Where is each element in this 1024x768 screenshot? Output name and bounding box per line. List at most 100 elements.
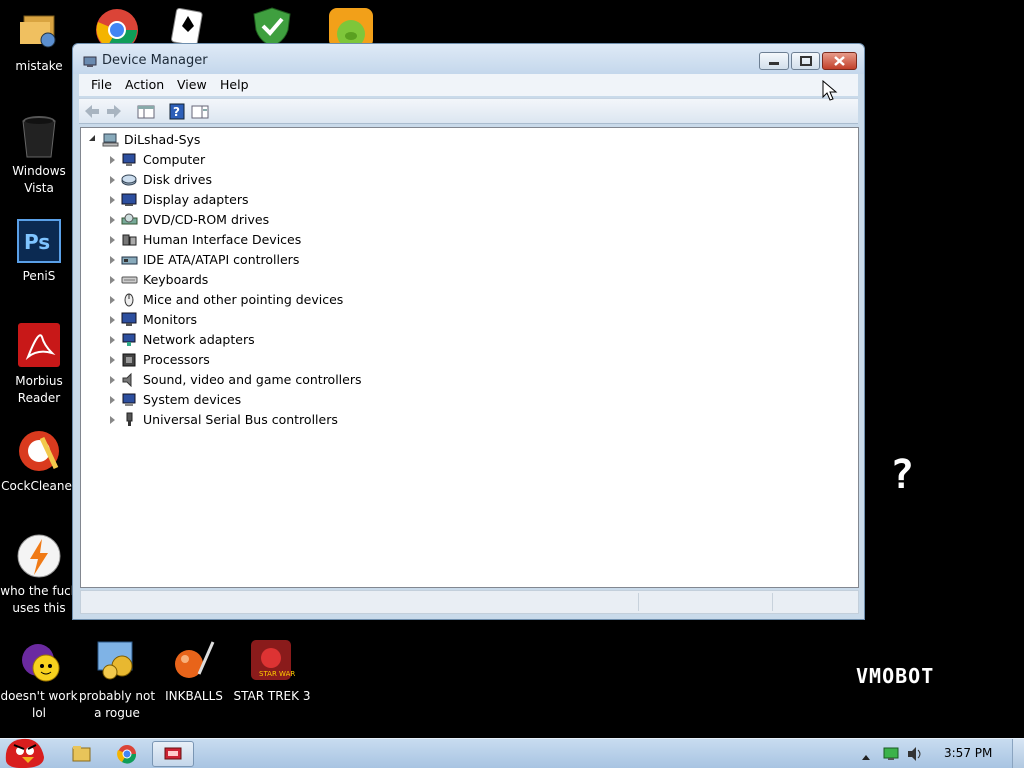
angry-bird-start-icon: [5, 738, 44, 768]
usb-icon: [121, 412, 138, 427]
tree-root-label: DiLshad-Sys: [124, 132, 201, 147]
system-gear-icon: [94, 638, 140, 684]
restore-icon: [800, 56, 812, 66]
desktop-icon-mistake[interactable]: mistake: [0, 8, 78, 75]
tree-item-label: IDE ATA/ATAPI controllers: [143, 252, 300, 267]
restore-button[interactable]: [791, 52, 820, 70]
show-hide-console-tree-icon[interactable]: [137, 103, 155, 120]
disk-drive-icon: [121, 172, 138, 187]
desktop-icon-label: CockCleaner: [1, 479, 77, 493]
desktop-icon-penis[interactable]: Ps PeniS: [0, 218, 78, 285]
yahoo-messenger-icon: [16, 638, 62, 684]
folder-gear-icon: [16, 8, 62, 54]
tree-item-label: Universal Serial Bus controllers: [143, 412, 338, 427]
expand-arrow-icon[interactable]: [110, 416, 115, 424]
desktop-icon-label: probably not a rogue: [78, 689, 156, 720]
expand-arrow-icon[interactable]: [110, 316, 115, 324]
chrome-icon[interactable]: [95, 8, 139, 51]
expand-arrow-icon[interactable]: [110, 236, 115, 244]
desktop-icon-label: Windows Vista: [12, 164, 66, 195]
tree-item-label: Sound, video and game controllers: [143, 372, 362, 387]
taskbar-device-manager-button[interactable]: [152, 741, 194, 767]
menu-action[interactable]: Action: [125, 77, 164, 92]
expand-arrow-icon[interactable]: [110, 296, 115, 304]
volume-tray-icon[interactable]: [906, 746, 924, 762]
taskbar-chrome-button[interactable]: [114, 741, 140, 767]
tree-item-label: System devices: [143, 392, 242, 407]
solitaire-icon[interactable]: [170, 6, 206, 47]
tree-item-label: Network adapters: [143, 332, 255, 347]
tree-item-label: Human Interface Devices: [143, 232, 302, 247]
start-button[interactable]: [0, 731, 50, 768]
expand-arrow-icon[interactable]: [110, 356, 115, 364]
hid-icon: [121, 232, 138, 247]
expand-arrow-icon[interactable]: [110, 256, 115, 264]
clock[interactable]: 3:57 PM: [944, 746, 992, 760]
show-desktop-button[interactable]: [1012, 739, 1024, 768]
desktop-icon-morbius-reader[interactable]: Morbius Reader: [0, 323, 78, 407]
window-title: Device Manager: [102, 53, 208, 68]
ccleaner-icon: [16, 428, 62, 474]
desktop-icon-label: PeniS: [22, 269, 56, 283]
processor-icon: [121, 352, 138, 367]
vmobot-watermark: VMOBOT: [856, 664, 935, 688]
status-divider: [772, 593, 773, 611]
desktop-icon-probably-not-a-rogue[interactable]: probably not a rogue: [78, 638, 156, 722]
status-bar: [80, 590, 859, 614]
svg-text:Ps: Ps: [24, 230, 50, 254]
speaker-icon: [121, 372, 138, 388]
taskbar-explorer-button[interactable]: [68, 741, 94, 767]
forward-arrow-icon[interactable]: [105, 103, 123, 120]
desktop-icon-star-trek-3[interactable]: STAR WARS STAR TREK 3: [233, 638, 311, 705]
close-button[interactable]: [822, 52, 857, 70]
desktop-icon-label: doesn't work lol: [0, 689, 78, 720]
menu-bar: File Action View Help: [79, 74, 858, 96]
device-manager-window[interactable]: Device Manager File Action View Help ? D…: [72, 43, 865, 620]
expand-arrow-icon[interactable]: [110, 176, 115, 184]
minimize-button[interactable]: [759, 52, 789, 70]
desktop-icon-windows-vista[interactable]: Windows Vista: [0, 113, 78, 197]
close-icon: [834, 56, 845, 66]
desktop-icon-label: STAR TREK 3: [233, 689, 311, 703]
dvd-drive-icon: [121, 212, 138, 227]
menu-view[interactable]: View: [177, 77, 207, 92]
computer-root-icon: [102, 132, 119, 147]
help-icon[interactable]: ?: [168, 103, 186, 120]
expand-arrow-icon[interactable]: [110, 156, 115, 164]
tree-item-label: Keyboards: [143, 272, 209, 287]
security-shield-icon[interactable]: [250, 6, 294, 47]
status-divider: [638, 593, 639, 611]
bad-piggies-icon[interactable]: [327, 6, 375, 48]
star-wars-birds-icon: STAR WARS: [249, 638, 300, 684]
expand-arrow-icon[interactable]: [110, 276, 115, 284]
title-bar[interactable]: Device Manager: [73, 44, 864, 74]
ide-controller-icon: [121, 252, 138, 267]
menu-file[interactable]: File: [91, 77, 112, 92]
action-pane-icon[interactable]: [191, 103, 209, 120]
expand-arrow-icon[interactable]: [110, 336, 115, 344]
recycle-bin-icon: [16, 113, 62, 159]
expand-arrow-icon[interactable]: [110, 376, 115, 384]
expand-arrow-icon[interactable]: [89, 135, 95, 141]
desktop-icon-cockcleaner[interactable]: CockCleaner: [0, 428, 78, 495]
back-arrow-icon[interactable]: [83, 103, 101, 120]
desktop-icon-inkballs[interactable]: INKBALLS: [155, 638, 233, 705]
photoshop-icon: Ps: [16, 218, 62, 264]
device-tree[interactable]: DiLshad-Sys Computer Disk drives Display a…: [80, 127, 859, 588]
expand-arrow-icon[interactable]: [110, 216, 115, 224]
keyboard-icon: [121, 272, 138, 287]
pdf-reader-icon: [16, 323, 62, 369]
expand-arrow-icon[interactable]: [110, 196, 115, 204]
chevron-up-icon: [862, 755, 870, 760]
menu-help[interactable]: Help: [220, 77, 249, 92]
desktop-icon-doesnt-work[interactable]: doesn't work lol: [0, 638, 78, 722]
desktop-icon-who-uses-this[interactable]: who the fuck uses this: [0, 533, 78, 617]
mouse-icon: [121, 292, 138, 307]
device-manager-icon: [164, 747, 182, 760]
desktop-icon-label: mistake: [15, 59, 63, 73]
inkball-icon: [171, 638, 217, 684]
tree-item-label: Processors: [143, 352, 210, 367]
show-hidden-icons-button[interactable]: [860, 748, 872, 760]
network-tray-icon[interactable]: [882, 746, 900, 762]
expand-arrow-icon[interactable]: [110, 396, 115, 404]
